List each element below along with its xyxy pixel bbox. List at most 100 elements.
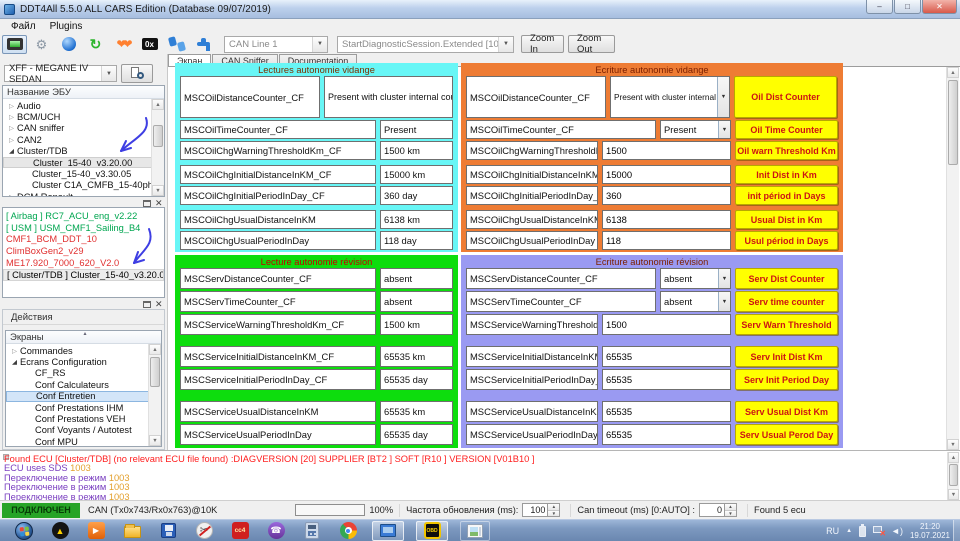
expander-collapsed-icon[interactable]: ▷ bbox=[6, 136, 17, 144]
tree-item[interactable]: Conf Voyants / Autotest bbox=[6, 425, 161, 436]
tree-item[interactable]: ◢Cluster/TDB bbox=[3, 146, 164, 157]
main-scrollbar[interactable]: ▲ ▼ bbox=[946, 67, 959, 450]
write-button[interactable]: Serv time counter bbox=[735, 291, 838, 312]
expander-collapsed-icon[interactable]: ▷ bbox=[6, 193, 17, 197]
can-timeout-spinner[interactable]: 0 ▲▼ bbox=[699, 503, 737, 517]
scroll-down-icon[interactable]: ▼ bbox=[947, 439, 959, 450]
scrollbar-thumb[interactable] bbox=[153, 125, 163, 147]
expander-collapsed-icon[interactable]: ▷ bbox=[9, 347, 20, 355]
tree-item[interactable]: Conf Entretien bbox=[6, 391, 161, 402]
tree-item[interactable]: ▷Commandes bbox=[6, 345, 161, 356]
menu-item[interactable]: Файл bbox=[4, 20, 43, 33]
tree-item[interactable]: CF_RS bbox=[6, 368, 161, 379]
param-select[interactable]: Present with cluster internal counter▼ bbox=[610, 76, 730, 118]
write-button[interactable]: Serv Init Dist Km bbox=[735, 346, 838, 367]
zoom-out-button[interactable]: Zoom Out bbox=[568, 35, 615, 53]
start-taskbar-button[interactable] bbox=[12, 521, 36, 541]
vehicle-select[interactable]: XFF - MEGANE IV SEDAN ▼ bbox=[4, 65, 117, 82]
scrollbar-thumb[interactable] bbox=[948, 80, 958, 165]
log-scrollbar[interactable]: ▲ ▼ bbox=[947, 452, 959, 500]
calculator-taskbar-button[interactable] bbox=[300, 521, 324, 541]
show-desktop-button[interactable] bbox=[953, 520, 960, 541]
ecu-scan-button[interactable] bbox=[121, 64, 153, 83]
tree-item[interactable]: Conf MPU bbox=[6, 436, 161, 447]
expander-expanded-icon[interactable]: ◢ bbox=[9, 358, 20, 366]
close-panel-icon[interactable]: ✕ bbox=[155, 301, 163, 308]
spin-down-icon[interactable]: ▼ bbox=[548, 511, 559, 517]
tree-item[interactable]: ▷CAN sniffer bbox=[3, 123, 164, 134]
scroll-down-icon[interactable]: ▼ bbox=[948, 489, 959, 500]
network-icon[interactable]: ✕ bbox=[873, 526, 884, 536]
scrollbar-thumb[interactable] bbox=[150, 357, 160, 387]
screens-header[interactable]: Экраны ▴ bbox=[6, 331, 161, 344]
write-button[interactable]: Oil Time Counter bbox=[735, 120, 838, 139]
connect-button[interactable] bbox=[2, 35, 27, 54]
write-button[interactable]: Serv Dist Counter bbox=[735, 268, 838, 289]
scroll-down-icon[interactable]: ▼ bbox=[149, 435, 161, 446]
tree-item[interactable]: Conf Calculateurs bbox=[6, 379, 161, 390]
param-input[interactable] bbox=[602, 424, 731, 445]
scroll-up-icon[interactable]: ▲ bbox=[152, 99, 164, 110]
param-input[interactable] bbox=[602, 141, 731, 160]
loaded-ecu-item[interactable]: ME17.920_7000_620_V2.0 bbox=[3, 257, 164, 269]
can-line-combo[interactable]: CAN Line 1 ▼ bbox=[224, 36, 328, 53]
param-select[interactable]: absent▼ bbox=[660, 268, 731, 289]
hex-mode-button[interactable]: 0x bbox=[137, 35, 162, 54]
battery-icon[interactable] bbox=[859, 526, 866, 537]
write-button[interactable]: Usual Dist in Km bbox=[735, 210, 838, 229]
write-button[interactable]: Serv Usual Perod Day bbox=[735, 424, 838, 445]
tree-item[interactable]: Cluster C1A_CMFB_15-40ph2_V2.20 bbox=[3, 180, 164, 191]
tree-item[interactable]: ▷DCM Renault bbox=[3, 191, 164, 197]
language-indicator[interactable]: RU bbox=[826, 526, 839, 536]
menu-item[interactable]: Plugins bbox=[43, 20, 90, 33]
loaded-ecu-item[interactable]: [ Airbag ] RC7_ACU_eng_v2.22 bbox=[3, 210, 164, 222]
write-button[interactable]: Usul périod in Days bbox=[735, 231, 838, 250]
scroll-up-icon[interactable]: ▲ bbox=[948, 452, 959, 463]
snipping-taskbar-button[interactable]: ✂ bbox=[192, 521, 216, 541]
speaker-icon[interactable]: ◄) bbox=[891, 526, 903, 536]
tree-item[interactable]: Conf Prestations IHM bbox=[6, 402, 161, 413]
screen-tool-taskbar-button[interactable] bbox=[372, 521, 404, 541]
param-input[interactable] bbox=[602, 165, 731, 184]
zoom-in-button[interactable]: Zoom In bbox=[521, 35, 564, 53]
param-input[interactable] bbox=[602, 369, 731, 390]
param-input[interactable] bbox=[602, 210, 731, 229]
tree-item[interactable]: Conf Prestations VEH bbox=[6, 413, 161, 424]
write-button[interactable]: Oil Dist Counter bbox=[734, 76, 837, 118]
scroll-up-icon[interactable]: ▲ bbox=[947, 67, 959, 78]
tree-item[interactable]: ▷BCM/UCH bbox=[3, 111, 164, 122]
write-button[interactable]: Init Dist in Km bbox=[735, 165, 838, 184]
tray-expand-icon[interactable]: ▲ bbox=[846, 528, 852, 534]
image-viewer-taskbar-button[interactable] bbox=[460, 521, 490, 541]
save-taskbar-button[interactable] bbox=[156, 521, 180, 541]
param-input[interactable] bbox=[602, 401, 731, 422]
maximize-button[interactable]: □ bbox=[894, 0, 921, 14]
tree-item[interactable]: Cluster_15-40_v3.20.00 bbox=[3, 157, 164, 168]
close-button[interactable]: ✕ bbox=[922, 0, 957, 14]
expander-collapsed-icon[interactable]: ▷ bbox=[6, 124, 17, 132]
tree-item[interactable]: ▷Audio bbox=[3, 100, 164, 111]
tree-item[interactable]: ◢Ecrans Configuration bbox=[6, 356, 161, 367]
chrome-taskbar-button[interactable] bbox=[336, 521, 360, 541]
ddt4all-taskbar-button[interactable]: ▲ bbox=[48, 521, 72, 541]
cc4-taskbar-button[interactable]: cc4 bbox=[228, 521, 252, 541]
screens-scrollbar[interactable]: ▲ ▼ bbox=[148, 344, 161, 446]
folder-taskbar-button[interactable] bbox=[120, 521, 144, 541]
favorites-button[interactable]: ❤❤ bbox=[110, 35, 135, 54]
close-panel-icon[interactable]: ✕ bbox=[155, 200, 163, 207]
options-button[interactable]: ⚙ bbox=[29, 35, 54, 54]
loaded-ecu-item[interactable]: [ Cluster/TDB ] Cluster_15-40_v3.20.00 bbox=[3, 269, 164, 281]
tree-item[interactable]: ▷CAN2 bbox=[3, 134, 164, 145]
session-combo[interactable]: StartDiagnosticSession.Extended [1003] ▼ bbox=[337, 36, 514, 53]
media-player-taskbar-button[interactable]: ▶ bbox=[84, 521, 108, 541]
scroll-down-icon[interactable]: ▼ bbox=[152, 185, 164, 196]
loaded-ecu-item[interactable]: ClimBoxGen2_v29 bbox=[3, 245, 164, 257]
param-select[interactable]: absent▼ bbox=[660, 291, 731, 312]
scrollbar-thumb[interactable] bbox=[949, 464, 958, 486]
minimize-button[interactable]: – bbox=[866, 0, 893, 14]
flow-control-button[interactable] bbox=[191, 35, 216, 54]
web-button[interactable] bbox=[56, 35, 81, 54]
float-panel-icon[interactable] bbox=[143, 200, 151, 207]
clock[interactable]: 21:20 19.07.2021 bbox=[910, 522, 950, 540]
param-input[interactable] bbox=[602, 186, 731, 205]
